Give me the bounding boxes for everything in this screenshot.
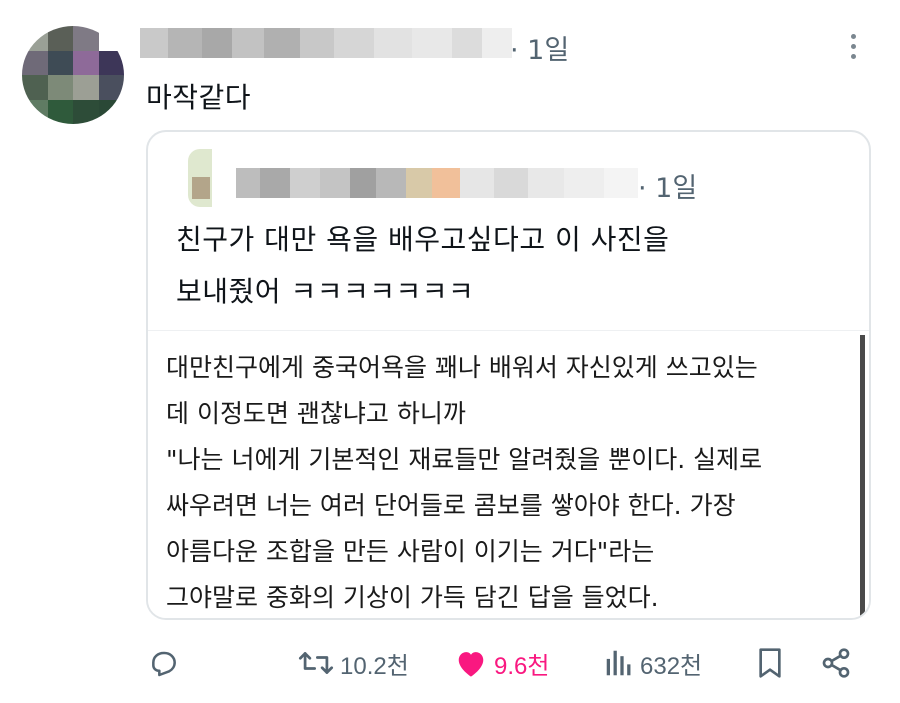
- retweet-button[interactable]: 10.2천: [298, 640, 409, 686]
- image-text-line: 그야말로 중화의 기상이 가득 담긴 답을 들었다.: [166, 583, 659, 612]
- quoted-author-avatar: [188, 149, 214, 207]
- quoted-author-name-redacted: [236, 168, 638, 198]
- views-count: 632천: [640, 652, 703, 680]
- bookmark-icon: [759, 648, 781, 678]
- image-text-line: "나는 너에게 기본적인 재료들만 알려줬을 뿐이다. 실제로: [166, 445, 763, 474]
- reply-button[interactable]: [148, 640, 180, 686]
- quoted-text-line: 친구가 대만 욕을 배우고싶다고 이 사진을: [176, 223, 670, 256]
- quoted-post-card[interactable]: · 1일 친구가 대만 욕을 배우고싶다고 이 사진을 보내줬어 ㅋㅋㅋㅋㅋㅋㅋ…: [146, 130, 871, 620]
- image-text-line: 싸우려면 너는 여러 단어들로 콤보를 쌓아야 한다. 가장: [166, 491, 736, 520]
- more-vertical-icon[interactable]: [846, 34, 860, 66]
- author-avatar[interactable]: [22, 26, 124, 124]
- bookmark-button[interactable]: [756, 640, 784, 686]
- image-edge-bar: [860, 335, 865, 618]
- like-count: 9.6천: [494, 652, 550, 680]
- quoted-text-line: 보내줬어 ㅋㅋㅋㅋㅋㅋㅋ: [176, 275, 475, 308]
- share-button[interactable]: [820, 640, 852, 686]
- action-bar: 10.2천 9.6천 632천: [0, 640, 900, 690]
- author-name-redacted[interactable]: [140, 28, 512, 58]
- retweet-icon: [298, 652, 334, 674]
- reply-icon: [152, 651, 176, 677]
- post-text: 마작같다: [146, 81, 252, 114]
- retweet-count: 10.2천: [340, 652, 409, 680]
- quoted-image[interactable]: 대만친구에게 중국어욕을 꽤나 배워서 자신있게 쓰고있는 데 이정도면 괜찮냐…: [148, 330, 869, 618]
- quoted-text: 친구가 대만 욕을 배우고싶다고 이 사진을 보내줬어 ㅋㅋㅋㅋㅋㅋㅋ: [176, 214, 669, 318]
- analytics-icon: [606, 650, 631, 676]
- image-text-line: 데 이정도면 괜찮냐고 하니까: [166, 399, 466, 428]
- share-icon: [822, 648, 850, 678]
- views-button[interactable]: 632천: [604, 640, 702, 686]
- post-timestamp[interactable]: · 1일: [510, 28, 569, 67]
- quoted-timestamp: · 1일: [638, 173, 698, 204]
- like-button[interactable]: 9.6천: [454, 640, 549, 686]
- image-text-line: 대만친구에게 중국어욕을 꽤나 배워서 자신있게 쓰고있는: [166, 353, 758, 382]
- heart-icon: [458, 652, 484, 677]
- image-text-line: 아름다운 조합을 만든 사람이 이기는 거다"라는: [166, 537, 655, 566]
